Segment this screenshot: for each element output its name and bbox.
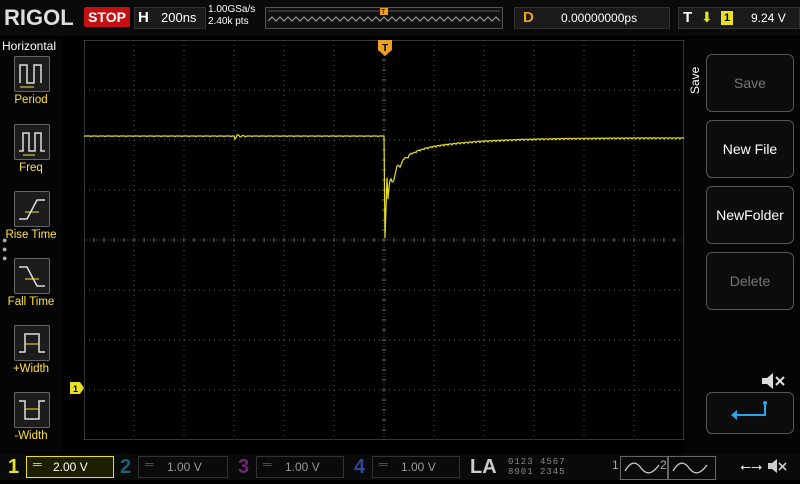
ch4-coupling-icon: ═ (379, 457, 388, 471)
rigol-logo: RIGOL (4, 5, 74, 30)
trigger-level: 9.24 V (751, 11, 786, 25)
ch4-number: 4 (354, 456, 366, 478)
trigger-source: 1 (721, 11, 733, 25)
logic-analyzer-label[interactable]: LA (470, 456, 497, 479)
ch4-scale-box: ═ 1.00 V (372, 456, 460, 478)
ch1-number: 1 (8, 456, 20, 478)
ch4-scale: 1.00 V (401, 460, 436, 474)
ch4-status[interactable]: 4 ═ 1.00 V (350, 456, 462, 478)
memory-overview-strip[interactable]: T (265, 7, 503, 29)
svg-text:T: T (381, 9, 386, 16)
ch1-coupling-icon: ═ (33, 457, 42, 471)
speaker-muted-icon (762, 373, 785, 389)
measure-rise-time-label: Rise Time (5, 229, 57, 241)
ch2-status[interactable]: 2 ═ 1.00 V (118, 456, 230, 478)
pos-width-icon (14, 325, 50, 361)
ch3-scale: 1.00 V (285, 460, 320, 474)
la-channels-row-2: 8901 2345 (508, 467, 566, 477)
volume-muted-icon[interactable] (766, 456, 788, 476)
measure-neg-width[interactable]: -Width (0, 392, 62, 458)
trigger-readout[interactable]: T ⬇ 1 9.24 V (678, 7, 800, 29)
ch3-scale-box: ═ 1.00 V (256, 456, 344, 478)
timebase-value: 200ns (161, 10, 197, 25)
measure-fall-time-label: Fall Time (7, 296, 55, 308)
svg-text:1: 1 (73, 384, 78, 394)
return-button[interactable] (706, 392, 794, 434)
svg-text:T: T (382, 43, 388, 54)
left-measure-menu: Horizontal Period Freq ● ● ● Rise Time Fal… (0, 38, 62, 458)
fall-time-icon (14, 258, 50, 294)
usb-icon: ⭠⭢ (740, 458, 763, 474)
freq-icon (14, 124, 50, 160)
falling-edge-icon: ⬇ (701, 9, 713, 25)
ch2-scale-box: ═ 1.00 V (138, 456, 228, 478)
ch2-scale: 1.00 V (167, 460, 202, 474)
neg-width-icon (14, 392, 50, 428)
measure-pos-width[interactable]: +Width (0, 325, 62, 391)
delete-button[interactable]: Delete (706, 252, 794, 310)
ch3-status[interactable]: 3 ═ 1.00 V (234, 456, 346, 478)
acquisition-info: 1.00GSa/s 2.40k pts (208, 4, 255, 28)
measure-neg-width-label: -Width (14, 430, 48, 442)
gen2-number: 2 (660, 458, 667, 472)
delay-readout[interactable]: D 0.00000000ps (514, 7, 670, 29)
measure-rise-time[interactable]: Rise Time (0, 191, 62, 257)
ch1-status[interactable]: 1 ═ 2.00 V (4, 456, 116, 478)
ch2-number: 2 (120, 456, 132, 478)
measure-fall-time[interactable]: Fall Time (0, 258, 62, 324)
new-file-button[interactable]: New File (706, 120, 794, 178)
run-stop-status[interactable]: STOP (84, 7, 130, 27)
measure-pos-width-label: +Width (12, 363, 50, 375)
ch1-offset-marker[interactable]: 1 (70, 382, 84, 394)
sample-rate: 1.00GSa/s (208, 4, 256, 15)
logic-analyzer-channels: 0123 4567 8901 2345 (508, 457, 566, 477)
delay-value: 0.00000000ps (561, 11, 638, 25)
waveform-display[interactable] (84, 40, 684, 440)
horizontal-timebase[interactable]: H 200ns (134, 7, 206, 29)
delay-label: D (523, 9, 534, 26)
ch2-coupling-icon: ═ (145, 457, 154, 471)
measure-freq[interactable]: Freq (0, 124, 62, 190)
ch3-number: 3 (238, 456, 250, 478)
ch3-coupling-icon: ═ (263, 457, 272, 471)
ch1-scale-box: ═ 2.00 V (26, 456, 114, 478)
trigger-position-marker[interactable]: T (378, 40, 392, 56)
memory-waveform-icon: T (267, 8, 501, 22)
new-folder-button[interactable]: NewFolder (706, 186, 794, 244)
measure-period[interactable]: Period (0, 56, 62, 122)
sine-wave-icon (672, 462, 708, 474)
la-channels-row-1: 0123 4567 (508, 457, 566, 467)
left-menu-title: Horizontal (2, 39, 57, 53)
save-button[interactable]: Save (706, 54, 794, 112)
rise-time-icon (14, 191, 50, 227)
memory-depth: 2.40k pts (208, 16, 249, 27)
trigger-label: T (683, 9, 693, 26)
measure-period-label: Period (14, 94, 48, 106)
generator-2-button[interactable] (668, 456, 716, 480)
horizontal-label: H (138, 9, 149, 26)
right-menu-title: Save (688, 66, 702, 94)
gen1-number: 1 (612, 458, 619, 472)
return-icon (731, 401, 767, 420)
measure-freq-label: Freq (19, 162, 43, 174)
ch1-scale: 2.00 V (53, 460, 88, 474)
period-icon (14, 56, 50, 92)
